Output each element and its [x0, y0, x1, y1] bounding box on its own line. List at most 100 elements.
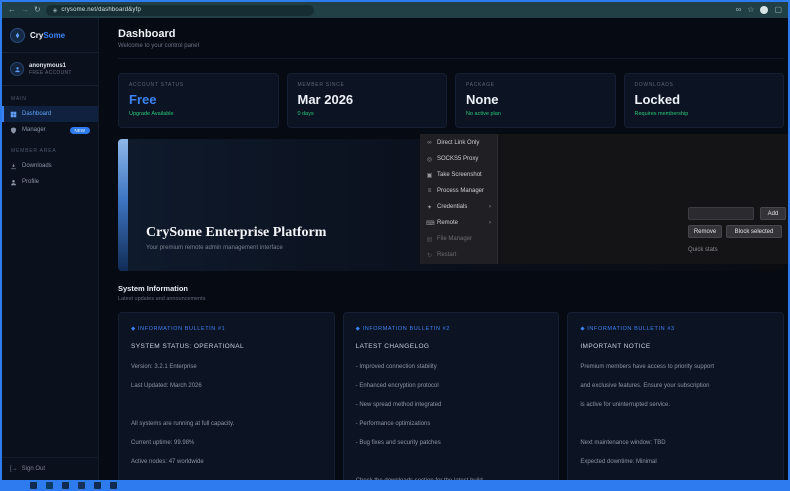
add-button[interactable]: Add	[760, 207, 786, 220]
stat-card-downloads: DOWNLOADS Locked Requires membership	[624, 73, 785, 128]
bulletin-line: Expected downtime: Minimal	[580, 459, 771, 465]
key-icon: ✦	[426, 204, 433, 211]
system-info-title: System Information	[118, 284, 784, 293]
brand-name: CrySome	[30, 31, 65, 40]
stat-label: MEMBER SINCE	[298, 82, 437, 88]
menu-item-label: File Manager	[437, 236, 472, 242]
back-icon[interactable]: ←	[8, 2, 16, 18]
stat-label: ACCOUNT STATUS	[129, 82, 268, 88]
taskbar-icon-6[interactable]	[110, 482, 117, 489]
bulletin-line: Next maintenance window: TBD	[580, 440, 771, 446]
incognito-icon: ∞	[736, 2, 742, 18]
address-bar[interactable]: ◈ crysome.net/dashboard&yfp	[46, 5, 314, 16]
menu-item-socks5-proxy[interactable]: ◎ SOCKS5 Proxy	[420, 151, 497, 167]
reload-icon[interactable]: ↻	[34, 2, 41, 18]
sidebar-item-label: Dashboard	[22, 111, 51, 117]
sidebar-item-manager[interactable]: Manager NEW	[2, 122, 98, 138]
page-subtitle: Welcome to your control panel	[118, 43, 784, 49]
system-info-header: System Information Latest updates and an…	[118, 284, 784, 302]
submenu-arrow-icon: ›	[489, 220, 491, 226]
taskbar-icon-5[interactable]	[94, 482, 101, 489]
main-content: Dashboard Welcome to your control panel …	[99, 18, 788, 480]
grid-icon	[10, 111, 17, 118]
download-icon	[10, 163, 17, 170]
menu-item-label: Take Screenshot	[437, 172, 482, 178]
url-text: crysome.net/dashboard&yfp	[61, 7, 141, 13]
bulletin-title: LATEST CHANGELOG	[356, 343, 547, 350]
restart-icon: ↻	[426, 252, 433, 259]
hero-banner: CrySome Enterprise Platform Your premium…	[118, 139, 784, 271]
process-icon: ≡	[426, 188, 433, 194]
menu-item-label: SOCKS5 Proxy	[437, 156, 478, 162]
user-card: anonymous1 FREE ACCOUNT	[2, 53, 98, 85]
folder-icon: ▤	[426, 236, 433, 243]
brand: CrySome	[2, 18, 98, 52]
sidebar-item-downloads[interactable]: Downloads	[2, 158, 98, 174]
sidebar-item-profile[interactable]: Profile	[2, 174, 98, 190]
bulletin-title: IMPORTANT NOTICE	[580, 343, 771, 350]
section-label-main: MAIN	[2, 86, 98, 106]
bulletin-card-2: ◆ INFORMATION BULLETIN #2 LATEST CHANGEL…	[343, 312, 560, 480]
shield-icon	[10, 127, 17, 134]
spacer	[580, 421, 771, 440]
block-selected-button[interactable]: Block selected	[726, 225, 782, 238]
site-security-icon: ◈	[53, 7, 58, 14]
crysome-logo-icon	[10, 28, 25, 43]
menu-item-label: Credentials	[437, 204, 467, 210]
screenshot-icon: ▣	[426, 172, 433, 179]
menu-item-label: Remote	[437, 220, 458, 226]
taskbar-icon-3[interactable]	[62, 482, 69, 489]
stat-note: No active plan	[466, 111, 605, 117]
bulletin-header: ◆ INFORMATION BULLETIN #2	[356, 326, 547, 332]
bulletin-line: Active nodes: 47 worldwide	[131, 459, 322, 465]
add-entry-input[interactable]	[688, 207, 754, 220]
sidebar-item-dashboard[interactable]: Dashboard	[2, 106, 98, 122]
link-icon: ∞	[426, 140, 433, 146]
bulletin-line: Last Updated: March 2026	[131, 383, 322, 389]
menu-item-direct-link-only[interactable]: ∞ Direct Link Only	[420, 135, 497, 151]
taskbar	[0, 480, 790, 491]
proxy-icon: ◎	[426, 156, 433, 163]
section-label-member-area: MEMBER AREA	[2, 138, 98, 158]
account-type: FREE ACCOUNT	[29, 70, 72, 76]
browser-profile-avatar[interactable]	[760, 6, 768, 14]
banner-subtitle: Your premium remote admin management int…	[146, 245, 326, 251]
page-header: Dashboard Welcome to your control panel	[118, 28, 784, 59]
bulletins-row: ◆ INFORMATION BULLETIN #1 SYSTEM STATUS:…	[118, 312, 784, 480]
bulletin-line: is active for uninterrupted service.	[580, 402, 771, 408]
menu-item-label: Restart	[437, 252, 456, 258]
browser-menu-icon[interactable]: ▢	[774, 2, 782, 18]
quick-stats-label: Quick stats	[688, 247, 718, 253]
page-title: Dashboard	[118, 28, 784, 40]
bulletin-line: and exclusive features. Ensure your subs…	[580, 383, 771, 389]
username: anonymous1	[29, 63, 72, 69]
menu-item-remote[interactable]: ⌨ Remote ›	[420, 215, 497, 231]
menu-item-take-screenshot[interactable]: ▣ Take Screenshot	[420, 167, 497, 183]
user-avatar-icon	[10, 62, 24, 76]
remove-button[interactable]: Remove	[688, 225, 722, 238]
browser-chrome: ← → ↻ ◈ crysome.net/dashboard&yfp ∞ ☆ ▢	[2, 2, 788, 18]
menu-item-process-manager[interactable]: ≡ Process Manager	[420, 183, 497, 199]
forward-icon[interactable]: →	[21, 2, 29, 18]
bookmark-star-icon[interactable]: ☆	[747, 2, 754, 18]
taskbar-icon-2[interactable]	[46, 482, 53, 489]
menu-item-credentials[interactable]: ✦ Credentials ›	[420, 199, 497, 215]
stat-value: Locked	[635, 92, 774, 107]
bulletin-header: ◆ INFORMATION BULLETIN #1	[131, 326, 322, 332]
stat-label: DOWNLOADS	[635, 82, 774, 88]
stat-card-account-status: ACCOUNT STATUS Free Upgrade Available	[118, 73, 279, 128]
app-window: CrySome anonymous1 FREE ACCOUNT MAIN Das…	[2, 18, 788, 480]
keyboard-icon: ⌨	[426, 220, 433, 227]
bulletin-line: - Performance optimizations	[356, 421, 547, 427]
chrome-actions: ∞ ☆ ▢	[736, 2, 782, 18]
menu-item-file-manager[interactable]: ▤ File Manager	[420, 231, 497, 247]
taskbar-icon-1[interactable]	[30, 482, 37, 489]
bulletin-card-3: ◆ INFORMATION BULLETIN #3 IMPORTANT NOTI…	[567, 312, 784, 480]
bulletin-card-1: ◆ INFORMATION BULLETIN #1 SYSTEM STATUS:…	[118, 312, 335, 480]
sign-out-button[interactable]: [→ Sign Out	[10, 466, 90, 472]
sidebar-item-label: Profile	[22, 179, 39, 185]
menu-item-label: Direct Link Only	[437, 140, 479, 146]
taskbar-icon-4[interactable]	[78, 482, 85, 489]
menu-item-label: Process Manager	[437, 188, 484, 194]
menu-item-restart[interactable]: ↻ Restart	[420, 247, 497, 263]
